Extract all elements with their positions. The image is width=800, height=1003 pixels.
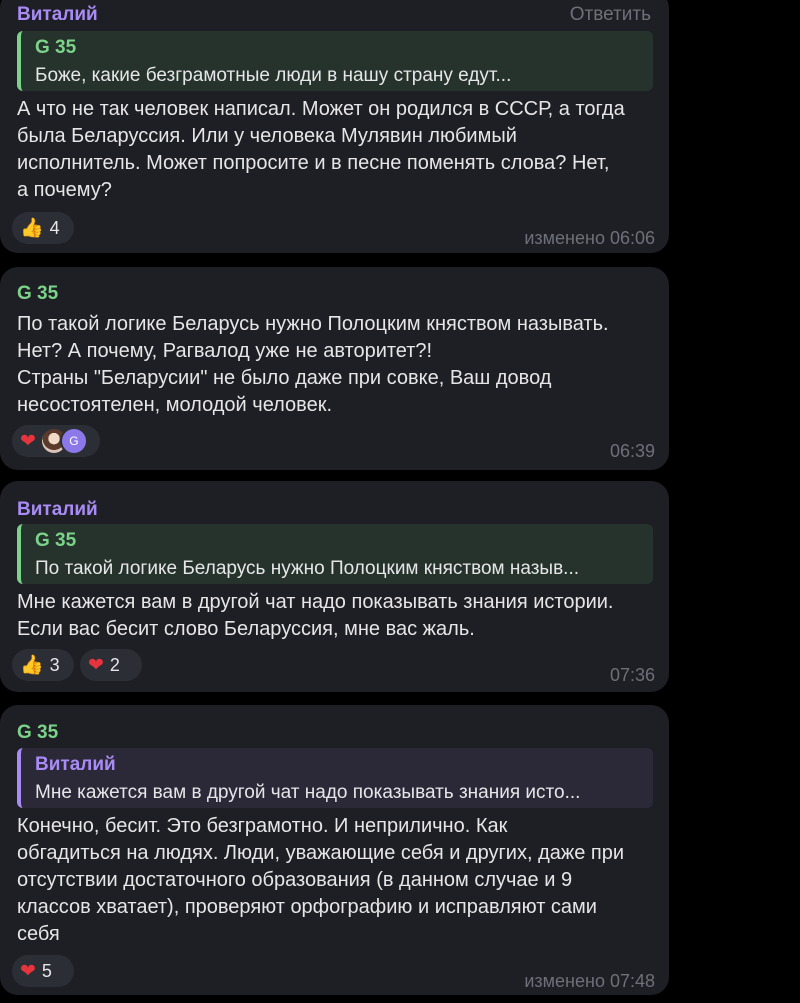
- message-time: 06:39: [609, 441, 655, 461]
- reaction-heart[interactable]: ❤ 5: [12, 955, 74, 987]
- message-text: По такой логике Беларусь нужно Полоцким …: [17, 313, 609, 416]
- reaction-count: 3: [49, 654, 60, 675]
- message-text: А что не так человек написал. Может он р…: [17, 98, 625, 201]
- message-author[interactable]: G 35: [17, 722, 58, 744]
- message-bubble[interactable]: Виталий Ответить G 35 Боже, какие безгра…: [0, 0, 669, 253]
- message-bubble[interactable]: G 35 По такой логике Беларусь нужно Поло…: [0, 267, 669, 470]
- reaction-thumbs-up[interactable]: 👍 3: [12, 649, 74, 681]
- quote-author: G 35: [35, 37, 77, 58]
- message-bubble[interactable]: G 35 Виталий Мне кажется вам в другой ча…: [0, 705, 669, 995]
- quote-text: Боже, какие безграмотные люди в нашу стр…: [35, 65, 512, 86]
- reply-quote[interactable]: G 35 Боже, какие безграмотные люди в наш…: [17, 31, 653, 91]
- message-time: изменено 06:06: [524, 228, 655, 248]
- quote-text: По такой логике Беларусь нужно Полоцким …: [35, 558, 580, 579]
- message-bubble[interactable]: Виталий G 35 По такой логике Беларусь ну…: [0, 481, 669, 692]
- quote-author: Виталий: [35, 754, 116, 775]
- message-time: изменено 07:48: [524, 971, 655, 991]
- reaction-count: 5: [41, 960, 52, 981]
- reply-button[interactable]: Ответить: [570, 4, 651, 26]
- message-author[interactable]: Виталий: [17, 499, 98, 521]
- reaction-heart[interactable]: ❤ 2: [80, 649, 142, 681]
- reaction-count: 4: [49, 217, 60, 238]
- message-author[interactable]: Виталий: [17, 4, 98, 26]
- right-panel-background: [680, 0, 800, 1003]
- message-text: Мне кажется вам в другой чат надо показы…: [17, 591, 614, 640]
- heart-icon: ❤: [88, 654, 104, 676]
- message-text: Конечно, бесит. Это безграмотно. И непри…: [17, 815, 625, 945]
- message-time: 07:36: [609, 665, 655, 685]
- avatar[interactable]: G: [59, 427, 88, 455]
- quote-author: G 35: [35, 530, 77, 551]
- heart-icon: ❤: [20, 430, 36, 452]
- quote-text: Мне кажется вам в другой чат надо показы…: [35, 782, 581, 803]
- heart-icon: ❤: [20, 960, 36, 982]
- reaction-thumbs-up[interactable]: 👍 4: [12, 212, 74, 244]
- thumbs-up-icon: 👍: [20, 218, 44, 239]
- thumbs-up-icon: 👍: [20, 655, 44, 676]
- reaction-heart[interactable]: ❤ G: [12, 425, 100, 457]
- reaction-count: 2: [109, 654, 120, 675]
- message-author[interactable]: G 35: [17, 283, 58, 305]
- reply-quote[interactable]: Виталий Мне кажется вам в другой чат над…: [17, 748, 653, 808]
- reply-quote[interactable]: G 35 По такой логике Беларусь нужно Поло…: [17, 524, 653, 584]
